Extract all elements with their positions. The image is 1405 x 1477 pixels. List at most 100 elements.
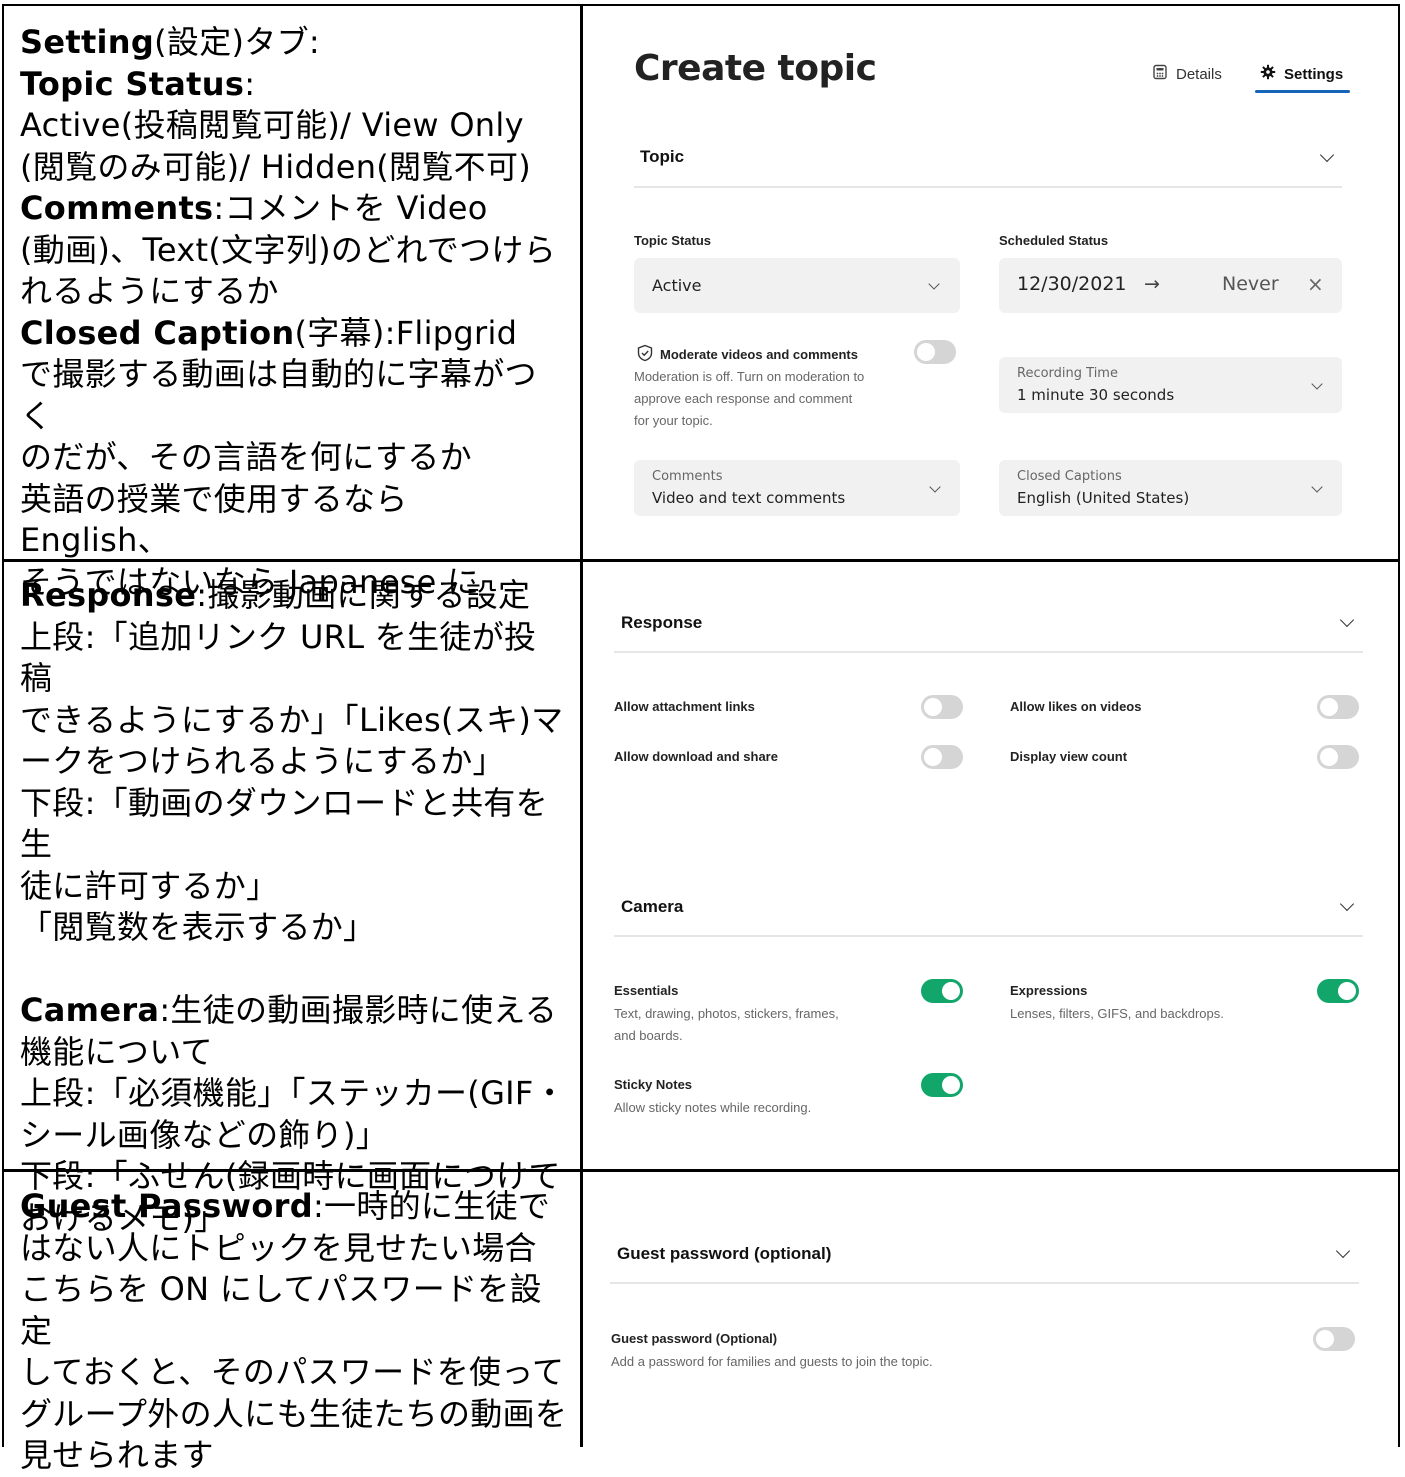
topic-status-value: Active <box>652 276 702 295</box>
note-text: はない人にトピックを見せたい場合 <box>20 1228 537 1267</box>
moderate-label: Moderate videos and comments <box>660 347 858 362</box>
note-line: 上段:「必須機能」「ステッカー(GIF・ <box>20 1073 568 1115</box>
note-keyword: Comments <box>20 189 214 227</box>
camera-section-header[interactable]: Camera <box>621 897 683 917</box>
chevron-down-icon <box>1311 481 1323 493</box>
essentials-label: Essentials <box>614 983 679 998</box>
page-title: Create topic <box>634 48 877 89</box>
expressions-toggle[interactable] <box>1317 979 1359 1003</box>
tab-details[interactable]: Details <box>1152 64 1222 84</box>
note-text: ークをつけられるようにするか」 <box>20 742 505 780</box>
camera-divider <box>614 935 1363 937</box>
tab-settings[interactable]: Settings <box>1260 64 1343 84</box>
note-line: Active(投稿閲覧可能)/ View Only <box>20 105 568 147</box>
topic-section-header[interactable]: Topic <box>640 147 684 167</box>
note-text: で撮影する動画は自動的に字幕がつく <box>20 355 537 435</box>
note-text: のだが、その言語を何にするか <box>20 438 472 476</box>
recording-time-value: 1 minute 30 seconds <box>1017 386 1175 404</box>
note-line: Response:撮影動画に関する設定 <box>20 575 568 617</box>
chevron-down-icon <box>1311 378 1323 390</box>
note-text: こちらを ON にしてパスワードを設定 <box>20 1270 542 1350</box>
moderate-desc-line-1: Moderation is off. Turn on moderation to <box>634 369 865 384</box>
allow-attachment-links-label: Allow attachment links <box>614 699 755 714</box>
note-line: のだが、その言語を何にするか <box>20 437 568 479</box>
display-view-count-label: Display view count <box>1010 749 1128 764</box>
note-text: 上段:「追加リンク URL を生徒が投稿 <box>20 617 537 698</box>
scheduled-status-field[interactable]: 12/30/2021 → Never × <box>999 258 1342 313</box>
column-divider <box>580 4 583 1447</box>
closed-captions-select[interactable]: Closed Captions English (United States) <box>999 460 1342 516</box>
note-line: 下段:「動画のダウンロードと共有を生 <box>20 783 568 866</box>
note-line: グループ外の人にも生徒たちの動画を <box>20 1394 568 1436</box>
guest-password-description: Add a password for families and guests t… <box>611 1354 933 1369</box>
guest-password-divider <box>610 1282 1359 1284</box>
essentials-desc-line-1: Text, drawing, photos, stickers, frames, <box>614 1006 839 1021</box>
expressions-description: Lenses, filters, GIFS, and backdrops. <box>1010 1006 1224 1021</box>
scheduled-start-date[interactable]: 12/30/2021 <box>1017 273 1127 295</box>
recording-time-select[interactable]: Recording Time 1 minute 30 seconds <box>999 357 1342 413</box>
active-tab-indicator <box>1255 90 1350 93</box>
note-text: グループ外の人にも生徒たちの動画を <box>20 1394 568 1433</box>
calculator-icon <box>1152 64 1168 84</box>
note-keyword: Guest Password <box>20 1187 313 1225</box>
display-view-count-toggle[interactable] <box>1317 745 1359 769</box>
guest-password-toggle[interactable] <box>1313 1327 1355 1351</box>
allow-likes-label: Allow likes on videos <box>1010 699 1142 714</box>
note-line: (動画)、Text(文字列)のどれでつけら <box>20 230 568 272</box>
note-text: Active(投稿閲覧可能)/ View Only <box>20 106 524 144</box>
note-response-camera: Response:撮影動画に関する設定 上段:「追加リンク URL を生徒が投稿で… <box>20 575 568 1239</box>
topic-status-select[interactable]: Active <box>634 258 960 313</box>
allow-attachment-links-toggle[interactable] <box>921 695 963 719</box>
note-line: (閲覧のみ可能)/ Hidden(閲覧不可) <box>20 147 568 189</box>
sticky-notes-toggle[interactable] <box>921 1073 963 1097</box>
note-text: :撮影動画に関する設定 <box>196 576 531 614</box>
allow-download-share-toggle[interactable] <box>921 745 963 769</box>
note-text: れるようにするか <box>20 272 279 310</box>
essentials-toggle[interactable] <box>921 979 963 1003</box>
topic-status-label: Topic Status <box>634 233 712 248</box>
gear-icon <box>1260 64 1276 84</box>
moderate-desc-line-3: for your topic. <box>634 413 713 428</box>
essentials-description: Text, drawing, photos, stickers, frames,… <box>614 1003 894 1047</box>
note-line: ークをつけられるようにするか」 <box>20 741 568 783</box>
note-text: (閲覧のみ可能)/ Hidden(閲覧不可) <box>20 147 532 186</box>
note-text: シール画像などの飾り)」 <box>20 1115 389 1154</box>
clear-close-icon[interactable]: × <box>1307 272 1324 296</box>
note-settings-tab: Setting(設定)タブ: Topic Status: Active(投稿閲覧可能… <box>20 22 568 603</box>
comments-value: Video and text comments <box>652 489 846 507</box>
note-line: しておくと、そのパスワードを使って <box>20 1352 568 1394</box>
response-divider <box>614 651 1363 653</box>
note-text: できるようにするか」「Likes(スキ)マ <box>20 700 564 739</box>
note-line: こちらを ON にしてパスワードを設定 <box>20 1269 568 1352</box>
scheduled-end-date[interactable]: Never <box>1222 273 1279 295</box>
note-line: で撮影する動画は自動的に字幕がつく <box>20 354 568 437</box>
essentials-desc-line-2: and boards. <box>614 1028 683 1043</box>
note-line: できるようにするか」「Likes(スキ)マ <box>20 700 568 742</box>
comments-caption: Comments <box>652 469 723 484</box>
note-text: 機能について <box>20 1032 213 1071</box>
allow-likes-toggle[interactable] <box>1317 695 1359 719</box>
note-line <box>20 949 568 991</box>
comments-select[interactable]: Comments Video and text comments <box>634 460 960 516</box>
note-text: 英語の授業で使用するなら English、 <box>20 479 408 560</box>
allow-download-share-label: Allow download and share <box>614 749 778 764</box>
note-text: しておくと、そのパスワードを使って <box>20 1353 565 1391</box>
note-guest-password: Guest Password:一時的に生徒で はない人にトピックを見せたい場合 こち… <box>20 1186 568 1477</box>
moderate-description: Moderation is off. Turn on moderation to… <box>634 366 904 432</box>
note-line: 見せられます <box>20 1435 568 1477</box>
tab-settings-label: Settings <box>1284 65 1344 83</box>
arrow-right-icon: → <box>1144 273 1160 295</box>
note-text: 徒に許可するか」 <box>20 866 279 905</box>
sticky-notes-description: Allow sticky notes while recording. <box>614 1100 812 1115</box>
note-text: : <box>244 64 256 103</box>
moderate-desc-line-2: approve each response and comment <box>634 391 853 406</box>
note-line: 上段:「追加リンク URL を生徒が投稿 <box>20 617 568 700</box>
note-text: :コメントを Video <box>213 189 488 227</box>
response-section-header[interactable]: Response <box>621 613 702 633</box>
topic-divider <box>634 186 1342 188</box>
sticky-notes-label: Sticky Notes <box>614 1077 693 1092</box>
note-keyword: Topic Status <box>20 64 245 103</box>
moderate-toggle[interactable] <box>914 340 956 364</box>
guest-password-section-header[interactable]: Guest password (optional) <box>617 1244 831 1264</box>
note-line: 機能について <box>20 1032 568 1074</box>
